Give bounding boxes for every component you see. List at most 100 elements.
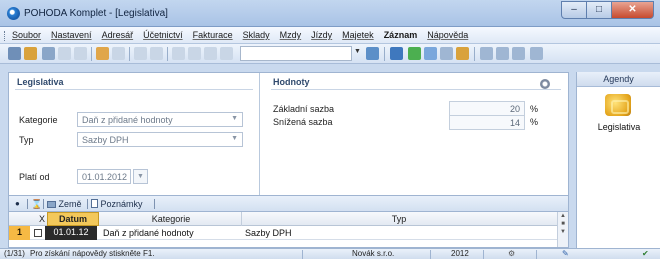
row-typ[interactable]: Sazby DPH [245,228,292,238]
pen-icon[interactable]: ✎ [562,249,569,259]
records-table: X Datum Kategorie Typ 1 01.01.12 Daň z p… [8,212,569,248]
column-x-header[interactable]: X [37,214,47,224]
kategorie-select[interactable]: Daň z přidané hodnoty ▼ [77,112,243,127]
delete-icon[interactable] [204,47,217,60]
pohoda-app-icon [7,7,20,20]
chevron-down-icon: ▼ [231,115,238,122]
scroll-down-icon[interactable]: ▼ [558,228,568,236]
vertical-scrollbar[interactable]: ▲ ■ ▼ [557,212,568,247]
menu-soubor[interactable]: Soubor [12,30,41,40]
menu-grip[interactable] [4,31,6,41]
toolbar-separator [167,47,168,61]
tab-zeme-label: Země [58,199,82,209]
agendy-header: Agendy [577,72,660,87]
tab-separator [87,199,88,209]
toolbar: ▼ [0,44,660,64]
chevron-down-icon[interactable]: ▼ [354,48,361,55]
accounting-year: 2012 [451,249,469,258]
close-button[interactable]: ✕ [612,1,654,19]
record-form: Legislativa Kategorie Daň z přidané hodn… [8,72,569,196]
table-row[interactable]: 1 01.01.12 Daň z přidané hodnoty Sazby D… [9,226,557,240]
note-icon [91,199,98,208]
list-icon[interactable] [424,47,437,60]
tools-icon[interactable] [456,47,469,60]
window-icon[interactable] [480,47,493,60]
row-checkbox[interactable] [34,229,42,237]
plati-od-label: Platí od [19,172,50,182]
status-hint: Pro získání nápovědy stiskněte F1. [30,249,155,258]
gear-icon[interactable]: ⚙ [508,249,515,259]
status-separator [536,250,537,259]
save-icon[interactable] [172,47,185,60]
menu-zaznam[interactable]: Záznam [384,30,418,40]
column-kategorie-header[interactable]: Kategorie [101,214,241,224]
menu-fakturace[interactable]: Fakturace [193,30,233,40]
edit-icon[interactable] [42,47,55,60]
cancel-icon[interactable] [188,47,201,60]
print-icon[interactable] [74,47,87,60]
tab-poznamky[interactable]: Poznámky [91,199,143,209]
status-bar: (1/31) Pro získání nápovědy stiskněte F1… [0,248,660,259]
tab-zeme[interactable]: Země [47,199,82,209]
kategorie-value: Daň z přidané hodnoty [82,115,173,125]
typ-select[interactable]: Sazby DPH ▼ [77,132,243,147]
minimize-button[interactable]: – [561,1,587,19]
agendy-item-legislativa[interactable]: Legislativa [577,122,660,132]
legislativa-icon[interactable] [605,94,631,116]
attach-icon[interactable] [96,47,109,60]
row-datum[interactable]: 01.01.12 [45,226,97,240]
scroll-thumb[interactable]: ■ [558,220,568,228]
forward-arrow-icon[interactable] [150,47,163,60]
gear-icon[interactable] [540,79,550,89]
menu-napoveda[interactable]: Nápověda [427,30,468,40]
snizena-sazba-value[interactable]: 14 [449,115,525,130]
new-record-icon[interactable] [24,47,37,60]
hourglass-icon[interactable]: ⌛ [31,199,42,210]
plati-od-date-field[interactable]: 01.01.2012 [77,169,131,184]
check-circle-icon[interactable]: ✔ [642,249,649,259]
copy-icon[interactable] [58,47,71,60]
calendar-dropdown-icon[interactable]: ▼ [133,169,148,184]
check-icon[interactable] [112,47,125,60]
panel-separator [259,73,260,195]
filter-icon[interactable] [220,47,233,60]
menu-bar: Soubor Nastavení Adresář Účetnictví Fakt… [0,27,660,44]
window-title: POHODA Komplet - [Legislativa] [24,8,168,19]
back-arrow-icon[interactable] [134,47,147,60]
quick-search-input[interactable] [240,46,352,61]
typ-label: Typ [19,135,34,145]
title-bar: POHODA Komplet - [Legislativa] – □ ✕ [0,0,660,27]
help-icon[interactable] [530,47,543,60]
menu-majetek[interactable]: Majetek [342,30,374,40]
tab-poznamky-label: Poznámky [100,199,143,209]
kategorie-label: Kategorie [19,115,58,125]
panel-icon[interactable] [496,47,509,60]
tab-separator [27,199,28,209]
company-name: Novák s.r.o. [352,249,395,258]
menu-nastaveni[interactable]: Nastavení [51,30,92,40]
tab-separator [154,199,155,209]
detail-tabs: ● ⌛ Země Poznámky [8,196,569,212]
row-kategorie[interactable]: Daň z přidané hodnoty [103,228,194,238]
refresh-icon[interactable] [408,47,421,60]
panel-divider [271,89,561,90]
maximize-button[interactable]: □ [587,1,612,19]
agendy-panel: Agendy Legislativa [576,72,660,248]
menu-mzdy[interactable]: Mzdy [280,30,302,40]
panel-divider [15,89,253,90]
record-position: (1/31) [4,249,25,258]
report-icon[interactable] [390,47,403,60]
column-datum-header[interactable]: Datum [47,212,99,226]
zakladni-sazba-value[interactable]: 20 [449,101,525,116]
menu-ucetnictvi[interactable]: Účetnictví [143,30,183,40]
scroll-up-icon[interactable]: ▲ [558,212,568,220]
menu-jizdy[interactable]: Jízdy [311,30,332,40]
menu-sklady[interactable]: Sklady [243,30,270,40]
layout-icon[interactable] [512,47,525,60]
table-icon[interactable] [440,47,453,60]
excel-icon[interactable] [366,47,379,60]
tab-separator [43,199,44,209]
status-separator [483,250,484,259]
menu-adresar[interactable]: Adresář [102,30,134,40]
column-typ-header[interactable]: Typ [241,214,557,224]
